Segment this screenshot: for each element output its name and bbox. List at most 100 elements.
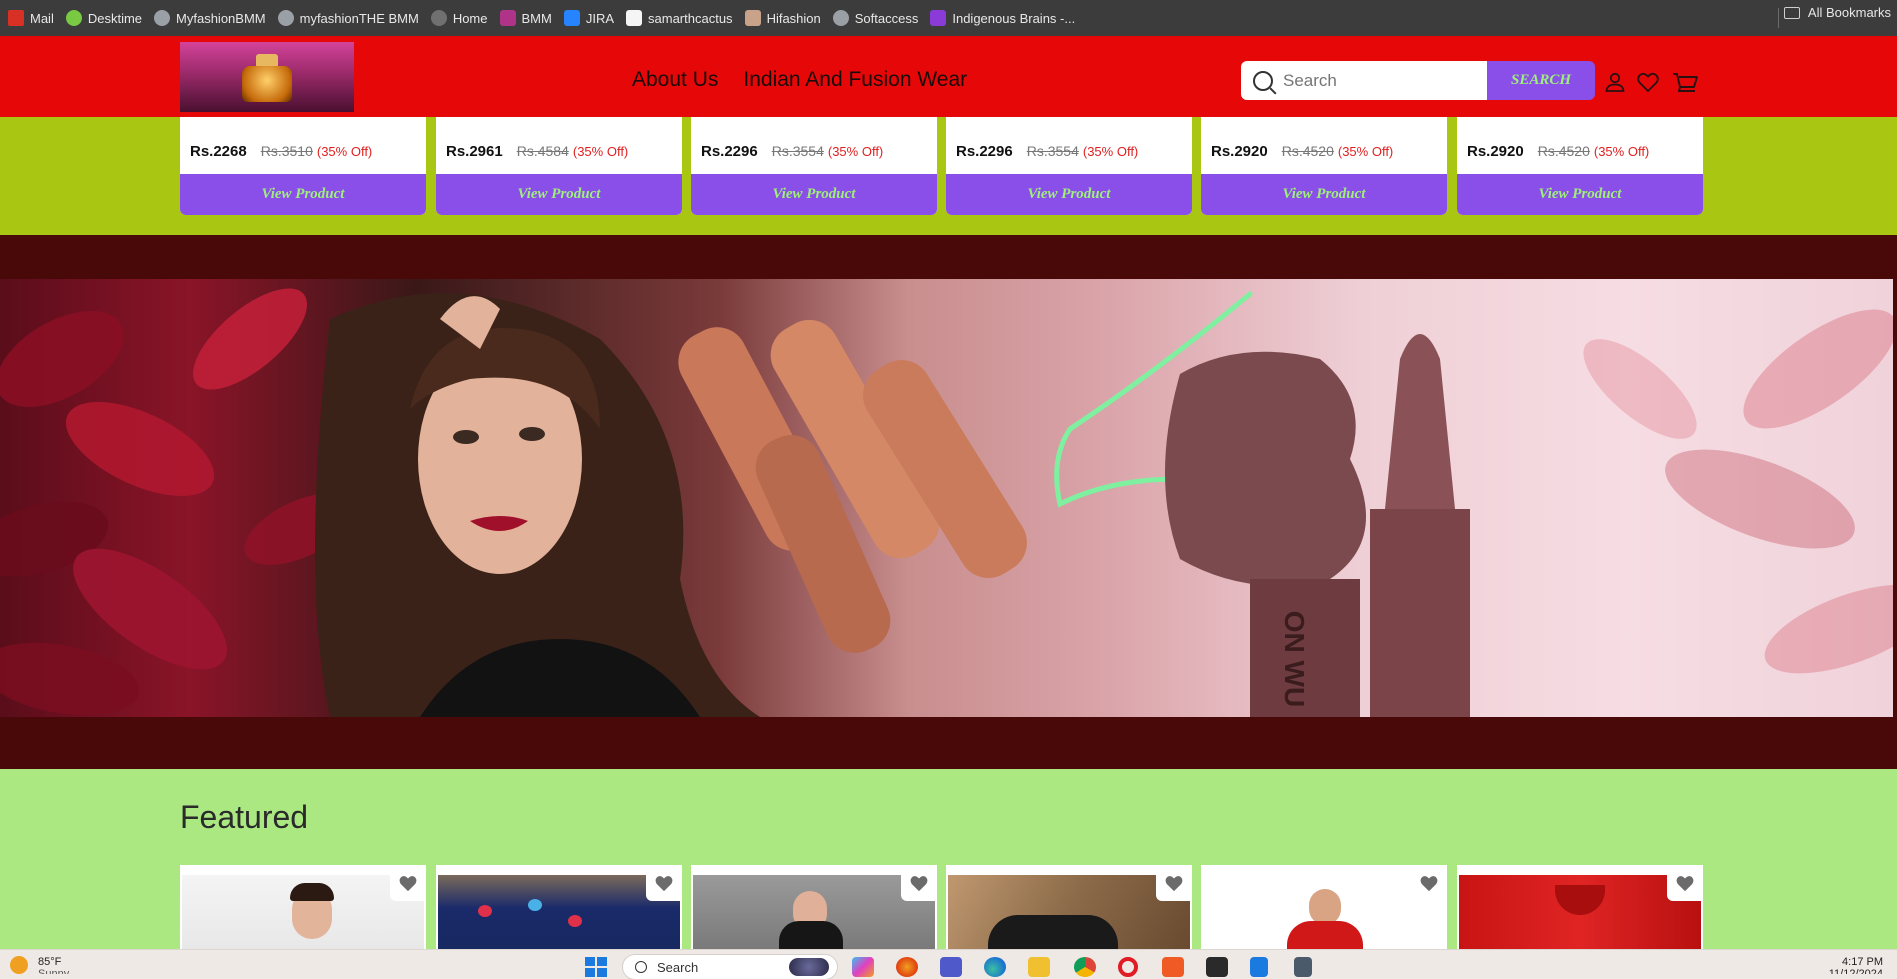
- windows-taskbar: 85°F Sunny Search 4:17 PM 11/12/2024: [0, 949, 1897, 979]
- heart-icon: [399, 876, 417, 892]
- opera-icon[interactable]: [1118, 957, 1138, 977]
- product-card[interactable]: Rs.2296 Rs.3554 (35% Off) View Product: [946, 117, 1192, 215]
- featured-card[interactable]: [180, 865, 426, 949]
- bookmarks-separator: [1778, 8, 1779, 28]
- wishlist-button[interactable]: [390, 865, 426, 901]
- price-row: Rs.2920 Rs.4520 (35% Off): [1467, 143, 1649, 160]
- featured-card[interactable]: [1201, 865, 1447, 949]
- bookmark-indigenous-brains[interactable]: Indigenous Brains -...: [926, 5, 1083, 31]
- bookmark-myfashion-the-bmm[interactable]: myfashionTHE BMM: [274, 5, 427, 31]
- sun-icon: [10, 956, 28, 974]
- bookmark-bmm[interactable]: BMM: [496, 5, 560, 31]
- banner-section: ON WU: [0, 235, 1897, 769]
- featured-card[interactable]: [1457, 865, 1703, 949]
- bookmark-softaccess[interactable]: Softaccess: [829, 5, 927, 31]
- folder-icon: [1783, 6, 1800, 19]
- chrome-icon[interactable]: [1074, 957, 1096, 977]
- featured-image-bedsheet: [438, 875, 680, 949]
- product-discount: (35% Off): [572, 144, 629, 159]
- cart-icon[interactable]: [1672, 70, 1699, 94]
- wishlist-button[interactable]: [1156, 865, 1192, 901]
- bookmark-mail[interactable]: Mail: [4, 5, 62, 31]
- cactus-icon: [626, 10, 643, 26]
- jira-icon: [563, 10, 580, 26]
- product-mrp: Rs.3510: [260, 143, 313, 159]
- search-button[interactable]: SEARCH: [1487, 61, 1595, 100]
- calculator-icon[interactable]: [1294, 957, 1312, 977]
- view-product-button[interactable]: View Product: [180, 174, 426, 215]
- product-discount: (35% Off): [1337, 144, 1394, 159]
- hifashion-icon: [744, 10, 761, 26]
- product-price: Rs.2268: [190, 143, 247, 160]
- leaves-right: [1583, 309, 1893, 674]
- firefox-icon[interactable]: [896, 957, 918, 977]
- search-input[interactable]: [1283, 70, 1453, 91]
- featured-section: Featured: [0, 769, 1897, 949]
- user-icon[interactable]: [1603, 70, 1627, 94]
- indigenous-brains-icon: [930, 10, 947, 26]
- heart-icon: [910, 876, 928, 892]
- product-card[interactable]: Rs.2920 Rs.4520 (35% Off) View Product: [1201, 117, 1447, 215]
- product-discount: (35% Off): [1593, 144, 1650, 159]
- sublime-icon[interactable]: [1206, 957, 1228, 977]
- price-row: Rs.2296 Rs.3554 (35% Off): [956, 143, 1138, 160]
- file-explorer-icon[interactable]: [1028, 957, 1050, 977]
- wishlist-heart-icon[interactable]: [1636, 70, 1660, 94]
- nav-indian-fusion-wear[interactable]: Indian And Fusion Wear: [743, 68, 967, 92]
- view-product-button[interactable]: View Product: [1201, 174, 1447, 215]
- featured-card[interactable]: [436, 865, 682, 949]
- teams-icon[interactable]: [940, 957, 962, 977]
- product-discount: (35% Off): [1082, 144, 1139, 159]
- view-product-button[interactable]: View Product: [691, 174, 937, 215]
- product-card[interactable]: Rs.2961 Rs.4584 (35% Off) View Product: [436, 117, 682, 215]
- bookmark-samarthcactus[interactable]: samarthcactus: [622, 5, 741, 31]
- product-price: Rs.2920: [1467, 143, 1524, 160]
- product-card[interactable]: Rs.2268 Rs.3510 (35% Off) View Product: [180, 117, 426, 215]
- site-logo[interactable]: [180, 42, 354, 112]
- copilot-icon[interactable]: [852, 957, 874, 977]
- brave-icon[interactable]: [1162, 957, 1184, 977]
- bookmark-jira[interactable]: JIRA: [560, 5, 622, 31]
- main-nav: About Us Indian And Fusion Wear: [632, 68, 967, 92]
- notepad-icon[interactable]: [1250, 957, 1268, 977]
- view-product-button[interactable]: View Product: [1457, 174, 1703, 215]
- product-mrp: Rs.3554: [771, 143, 824, 159]
- mauve-lipstick: ON WU: [1165, 334, 1470, 717]
- product-card[interactable]: Rs.2296 Rs.3554 (35% Off) View Product: [691, 117, 937, 215]
- bmm-icon: [499, 10, 516, 26]
- featured-image-leather-shoes: [948, 875, 1190, 949]
- heart-icon: [1420, 876, 1438, 892]
- view-product-button[interactable]: View Product: [436, 174, 682, 215]
- bookmark-hifashion[interactable]: Hifashion: [741, 5, 829, 31]
- bookmark-myfashionbmm[interactable]: MyfashionBMM: [150, 5, 274, 31]
- product-card[interactable]: Rs.2920 Rs.4520 (35% Off) View Product: [1457, 117, 1703, 215]
- system-clock[interactable]: 4:17 PM 11/12/2024: [1829, 956, 1883, 974]
- lipstick-bullets: [678, 319, 1027, 653]
- product-price: Rs.2296: [956, 143, 1013, 160]
- price-row: Rs.2920 Rs.4520 (35% Off): [1211, 143, 1393, 160]
- bookmark-home[interactable]: Home: [427, 5, 496, 31]
- wishlist-button[interactable]: [646, 865, 682, 901]
- featured-image-man-white: [182, 875, 424, 949]
- nav-about-us[interactable]: About Us: [632, 68, 718, 92]
- featured-image-red-shirt-closeup: [1459, 875, 1701, 949]
- clock-time: 4:17 PM: [1842, 956, 1883, 968]
- bookmark-desktime[interactable]: Desktime: [62, 5, 150, 31]
- featured-card[interactable]: [691, 865, 937, 949]
- banner-artwork: ON WU: [0, 288, 1893, 717]
- product-price: Rs.2961: [446, 143, 503, 160]
- taskbar-search-label: Search: [657, 959, 699, 975]
- weather-widget[interactable]: 85°F Sunny: [10, 956, 69, 974]
- featured-card[interactable]: [946, 865, 1192, 949]
- heart-icon: [1676, 876, 1694, 892]
- wishlist-button[interactable]: [1411, 865, 1447, 901]
- windows-start-icon[interactable]: [585, 957, 607, 977]
- all-bookmarks-button[interactable]: All Bookmarks: [1783, 5, 1891, 20]
- wishlist-button[interactable]: [901, 865, 937, 901]
- wishlist-button[interactable]: [1667, 865, 1703, 901]
- hero-banner[interactable]: ON WU: [0, 279, 1893, 717]
- edge-icon[interactable]: [984, 957, 1006, 977]
- view-product-button[interactable]: View Product: [946, 174, 1192, 215]
- taskbar-search[interactable]: Search: [622, 954, 838, 979]
- leaves-left: [0, 288, 356, 716]
